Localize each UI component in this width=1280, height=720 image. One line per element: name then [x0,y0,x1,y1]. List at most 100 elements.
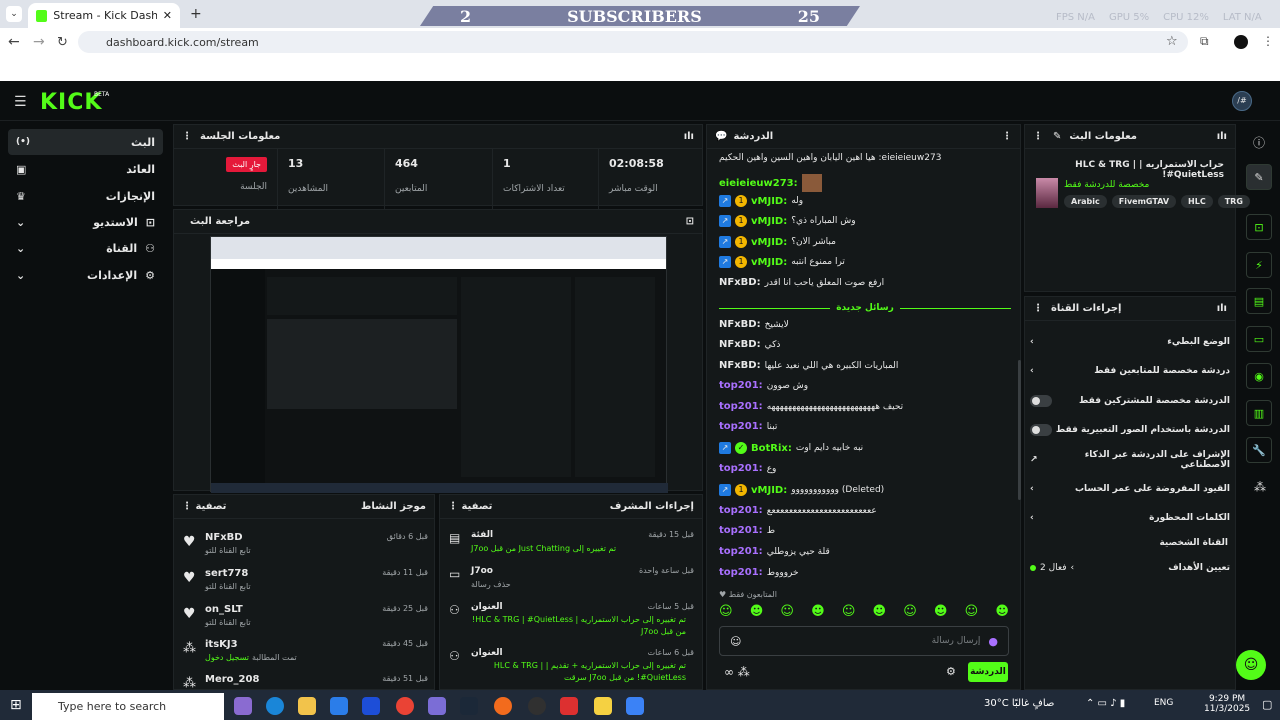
chat-username[interactable]: NFxBD: [719,319,761,330]
chat-message[interactable]: top201: خروووط [719,567,799,578]
reload-icon[interactable]: ↻ [57,35,68,50]
system-tray-icons[interactable]: ⌃ ▭ ♪ ▮ [1086,698,1125,709]
wrench-icon[interactable]: 🔧 [1246,437,1272,463]
file-explorer-icon[interactable] [298,697,316,715]
chat-message[interactable]: top201: تبنا [719,421,777,432]
sidebar-item-stream[interactable]: (•) البث [8,129,163,155]
chat-message[interactable]: NFxBD: ارفع صوت المعلق ياحب انا اقدر [719,277,884,288]
chat-message[interactable]: top201: قلة حيي يزوطلي [719,546,830,557]
chat-username[interactable]: NFxBD: [719,339,761,350]
emote-icon[interactable]: ☻ [750,604,764,619]
chat-message[interactable]: top201: تحيف ههههههههههههههههههههههههههه [719,401,903,412]
chat-username[interactable]: vMJID: [751,257,787,268]
browser-menu-icon[interactable]: ⋮ [1262,34,1274,48]
subscribers-only-row[interactable]: الدردشة مخصصة للمشتركين فقط [1030,390,1230,412]
app-icon[interactable] [560,697,578,715]
chat-message[interactable]: NFxBD: ذكي [719,339,780,350]
chat-message[interactable]: ↗ 1 vMJID: ووووووووووو (Deleted) [719,484,884,496]
emoji-picker-icon[interactable]: ☺ [730,635,741,648]
info-icon[interactable]: ⓘ [1253,134,1265,151]
chat-username[interactable]: vMJID: [751,196,787,207]
scrollbar[interactable] [1018,360,1021,500]
sidebar-item-channel[interactable]: ⌄ القناة ⚇ [8,235,163,261]
chat-username[interactable]: vMJID: [751,237,787,248]
document-icon[interactable]: ▤ [1246,288,1272,314]
chat-message[interactable]: NFxBD: المباريات الكبيره هي اللي نعيد علي… [719,360,898,371]
forward-icon[interactable]: → [33,34,45,50]
chat-username[interactable]: top201: [719,401,763,412]
notifications-icon[interactable]: ▢ [1262,698,1272,711]
emote-only-row[interactable]: الدردشة باستخدام الصور التعبيرية فقط [1030,419,1230,441]
chat-username[interactable]: top201: [719,567,763,578]
chat-username[interactable]: BotRix: [751,443,792,454]
extensions-icon[interactable]: ⧉ [1200,34,1209,49]
chat-message[interactable]: top201: ععععععععععععععععععععععععع [719,505,877,516]
chat-username[interactable]: NFxBD: [719,360,761,371]
mail-icon[interactable] [362,697,380,715]
windows-start-icon[interactable]: ⊞ [10,697,22,713]
clock[interactable]: 9:29 PM 11/3/2025 [1204,694,1250,714]
emote-icon[interactable]: ☻ [995,604,1009,619]
tag[interactable]: HLC [1181,195,1213,208]
new-tab-button[interactable]: + [190,6,202,22]
chat-message[interactable]: top201: ط [719,525,775,536]
emote-icon[interactable]: ☻ [811,604,825,619]
chat-message[interactable]: top201: وع [719,463,776,474]
browser-tab[interactable]: Stream - Kick Dashboard ✕ [28,3,180,28]
ai-moderation-row[interactable]: الإشراف على الدردشة عبر الذكاء الاصطناعي… [1030,449,1230,471]
chat-message[interactable]: NFxBD: لايشيخ [719,319,789,330]
studio-rail-icon[interactable]: ⊡ [1246,214,1272,240]
chat-username[interactable]: top201: [719,380,763,391]
chat-message[interactable]: ↗ ✓ BotRix: نبه خابيه دايم اوت [719,442,863,454]
taskbar-app-icon[interactable] [234,697,252,715]
tag[interactable]: FivemGTAV [1111,195,1177,208]
chat-username[interactable]: top201: [719,421,763,432]
emote-icon[interactable]: ☺ [719,604,733,619]
banned-words-row[interactable]: الكلمات المحظورة › [1030,507,1230,529]
language-indicator[interactable]: ENG [1154,698,1173,708]
chat-username[interactable]: top201: [719,505,763,516]
chat-username[interactable]: top201: [719,546,763,557]
emote-icon[interactable]: ☻ [873,604,887,619]
emote-icon[interactable]: ☺ [965,604,979,619]
help-chat-button[interactable]: ☺ [1236,650,1266,680]
chat-username[interactable]: NFxBD: [719,277,761,288]
slow-mode-row[interactable]: الوضع البطيء › [1030,331,1230,353]
back-icon[interactable]: ← [8,34,20,50]
app-icon[interactable] [594,697,612,715]
chat-username[interactable]: vMJID: [751,485,787,496]
chat-message[interactable]: ↗ 1 vMJID: ترا ممنوع انتبه [719,256,845,268]
chat-message[interactable]: eieieieuw273: [719,174,822,192]
chat-username[interactable]: vMJID: [751,216,787,227]
more-options-icon[interactable]: ⋮ [1002,131,1012,142]
emote-only-toggle[interactable] [1030,424,1052,436]
chat-message[interactable]: ↗ 1 vMJID: وش المباراه ذي؟ [719,215,856,227]
chrome-icon[interactable] [396,697,414,715]
steam-icon[interactable] [460,697,478,715]
sidebar-item-studio[interactable]: ⌄ الاستديو ⊡ [8,209,163,235]
microphone-icon[interactable]: ● [988,635,998,648]
more-options-icon[interactable]: ⋮ [1033,131,1043,142]
apps-icon[interactable]: ⁂ [1254,480,1266,494]
discord-icon[interactable] [428,697,446,715]
chat-message[interactable]: ↗ 1 vMJID: مباشر الان؟ [719,236,836,248]
address-bar[interactable]: dashboard.kick.com/stream [78,31,1188,53]
subscribers-only-toggle[interactable] [1030,395,1052,407]
emote-icon[interactable]: ☻ [934,604,948,619]
activity-filter-button[interactable]: ⋮ تصفية [182,501,226,512]
account-age-row[interactable]: القيود المفروضة على عمر الحساب › [1030,478,1230,500]
weather-widget[interactable]: 30°C صافٍ غالبًا [984,698,1054,709]
chat-rail-icon[interactable]: ▭ [1246,326,1272,352]
tab-close-icon[interactable]: ✕ [163,9,172,22]
chat-send-button[interactable]: الدردشة [968,662,1008,682]
hamburger-menu-icon[interactable]: ☰ [14,94,27,110]
panel-rail-icon[interactable]: ▥ [1246,400,1272,426]
store-icon[interactable] [330,697,348,715]
emote-icon[interactable]: ☺ [780,604,794,619]
set-goals-row[interactable]: تعيين الأهداف › فعال 2 [1030,557,1230,579]
user-avatar[interactable]: /# [1232,91,1252,111]
sidebar-item-settings[interactable]: ⌄ الإعدادات ⚙ [8,262,163,288]
emote-icon[interactable]: ☺ [903,604,917,619]
chat-tools-icon[interactable]: ∞ ⁂ [724,665,750,679]
chat-message[interactable]: top201: وش صوون [719,380,808,391]
